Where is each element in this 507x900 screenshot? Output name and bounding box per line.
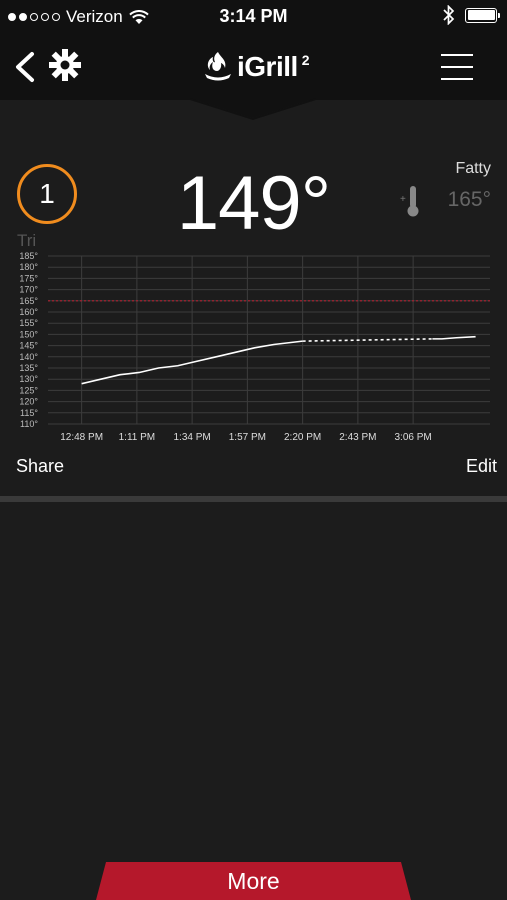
nav-bar: iGrill 2 [0,34,507,100]
y-tick-label: 140° [19,352,38,362]
hamburger-menu-icon[interactable] [441,54,473,80]
y-tick-label: 170° [19,285,38,295]
target-preset-label[interactable]: Fatty [455,160,491,178]
edit-button[interactable]: Edit [466,456,497,477]
gear-icon[interactable] [48,48,82,82]
probe-name: Tri [17,231,37,250]
x-tick-label: 3:06 PM [395,432,432,443]
x-tick-label: 2:20 PM [284,432,321,443]
y-tick-label: 110° [20,419,38,429]
status-right [443,5,500,25]
share-button[interactable]: Share [16,456,64,477]
status-bar: Verizon 3:14 PM [0,0,507,34]
x-tick-label: 1:34 PM [174,432,211,443]
app-version: 2 [301,52,310,68]
more-button[interactable]: More [96,862,411,900]
thermometer-icon[interactable]: + [400,184,422,218]
y-tick-label: 160° [19,307,38,317]
y-tick-label: 130° [19,374,38,384]
probe-number-badge[interactable]: 1 [17,164,77,224]
section-divider [0,496,507,502]
y-tick-label: 115° [20,408,38,418]
clock: 3:14 PM [219,6,288,26]
temperature-series-line [432,335,476,340]
bluetooth-icon [443,5,455,25]
svg-text:+: + [400,194,406,205]
target-temperature: 165° [447,188,491,211]
more-label: More [227,868,280,894]
current-temperature: 149° [176,161,331,246]
y-tick-label: 175° [19,273,38,283]
y-tick-label: 120° [19,397,38,407]
nav-notch [0,98,507,120]
battery-icon [465,7,500,23]
y-tick-label: 145° [19,341,38,351]
x-tick-label: 1:57 PM [229,432,266,443]
x-tick-label: 1:11 PM [119,432,156,443]
y-tick-label: 165° [19,296,38,306]
y-tick-label: 125° [19,385,38,395]
x-tick-label: 2:43 PM [339,432,376,443]
y-tick-label: 180° [19,262,38,272]
y-tick-label: 185° [19,251,38,261]
chevron-left-icon[interactable] [10,50,40,84]
app-name: iGrill [237,51,298,82]
flame-icon [205,52,231,81]
y-tick-label: 155° [19,318,38,328]
temperature-chart[interactable]: 110°115°120° 125°130°135°140°145° 150°155°… [0,250,507,450]
igrill-logo: iGrill 2 [203,50,310,82]
x-tick-label: 12:48 PM [60,432,103,443]
y-tick-label: 150° [19,329,38,339]
y-tick-label: 135° [19,363,38,373]
